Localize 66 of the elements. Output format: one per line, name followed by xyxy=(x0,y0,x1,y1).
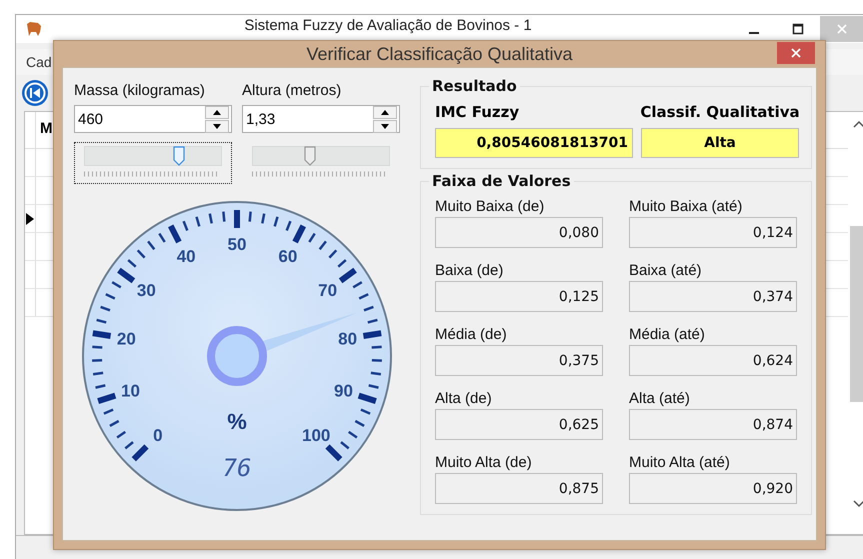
close-icon xyxy=(836,23,848,35)
readonly-field: 0,875 xyxy=(435,473,603,504)
decrement-button[interactable] xyxy=(205,120,229,132)
maximize-icon xyxy=(792,23,804,35)
field-label: Média (até) xyxy=(629,326,706,343)
gauge-unit: % xyxy=(227,409,247,434)
increment-button[interactable] xyxy=(205,106,229,118)
gauge-readout: 76 xyxy=(222,454,252,482)
field-label: Altura (metros) xyxy=(242,82,342,99)
dialog-title: Verificar Classificação Qualitativa xyxy=(306,44,573,64)
down-arrow-icon xyxy=(381,124,389,128)
up-arrow-icon xyxy=(213,110,221,114)
result-field: Alta xyxy=(641,128,799,158)
slider-thumb[interactable] xyxy=(304,146,316,166)
field-label: Muito Alta (de) xyxy=(435,454,533,471)
readonly-field: 0,375 xyxy=(435,345,603,376)
slider[interactable] xyxy=(74,142,232,184)
field-label: Alta (até) xyxy=(629,390,691,407)
field-label: Alta (de) xyxy=(435,390,493,407)
minimize-icon xyxy=(749,32,759,34)
row-pointer-icon xyxy=(26,212,34,224)
readonly-field: 0,080 xyxy=(435,217,603,248)
gauge-label: 10 xyxy=(121,382,140,401)
result-field: 0,80546081813701 xyxy=(435,128,633,158)
readonly-field: 0,874 xyxy=(629,409,797,440)
close-icon xyxy=(790,47,802,59)
gauge-label: 90 xyxy=(334,382,353,401)
gauge-label: 40 xyxy=(176,247,196,266)
field-label: IMC Fuzzy xyxy=(435,103,520,121)
field-label: Baixa (de) xyxy=(435,262,504,279)
number-field[interactable]: 460 xyxy=(74,105,232,133)
gauge-label: 30 xyxy=(136,281,156,300)
menu-item[interactable]: Cad xyxy=(26,54,52,70)
readonly-field: 0,920 xyxy=(629,473,797,504)
readonly-field: 0,125 xyxy=(435,281,603,312)
field-label: Classif. Qualitativa xyxy=(640,103,800,121)
up-arrow-icon xyxy=(381,110,389,114)
gauge-label: 0 xyxy=(153,426,163,446)
field-label: Média (de) xyxy=(435,326,508,343)
gauge-hub xyxy=(207,326,267,386)
close-button[interactable] xyxy=(777,42,815,64)
gauge-label: 70 xyxy=(318,281,338,300)
gauge-label: 20 xyxy=(116,329,136,348)
field-label: Muito Baixa (até) xyxy=(629,198,744,215)
readonly-field: 0,124 xyxy=(629,217,797,248)
readonly-field: 0,624 xyxy=(629,345,797,376)
increment-button[interactable] xyxy=(373,106,397,118)
down-arrow-icon xyxy=(213,124,221,128)
gauge-label: 50 xyxy=(228,235,246,254)
readonly-field: 0,374 xyxy=(629,281,797,312)
decrement-button[interactable] xyxy=(373,120,397,132)
first-record-icon[interactable] xyxy=(21,79,49,107)
gauge-label: 80 xyxy=(338,329,358,348)
field-label: Muito Alta (até) xyxy=(629,454,731,471)
scroll-down-icon[interactable] xyxy=(853,500,863,508)
gauge-label: 100 xyxy=(302,426,330,446)
column-header[interactable]: M xyxy=(36,112,56,148)
scroll-up-icon[interactable] xyxy=(853,120,863,128)
readonly-field: 0,625 xyxy=(435,409,603,440)
slider-thumb[interactable] xyxy=(172,146,185,166)
field-label: Muito Baixa (de) xyxy=(435,198,546,215)
window-title: Sistema Fuzzy de Avaliação de Bovinos - 1 xyxy=(243,16,533,36)
field-label: Massa (kilogramas) xyxy=(74,82,206,99)
number-field[interactable]: 1,33 xyxy=(242,105,400,133)
field-label: Baixa (até) xyxy=(629,262,703,279)
gauge-label: 60 xyxy=(278,247,298,266)
